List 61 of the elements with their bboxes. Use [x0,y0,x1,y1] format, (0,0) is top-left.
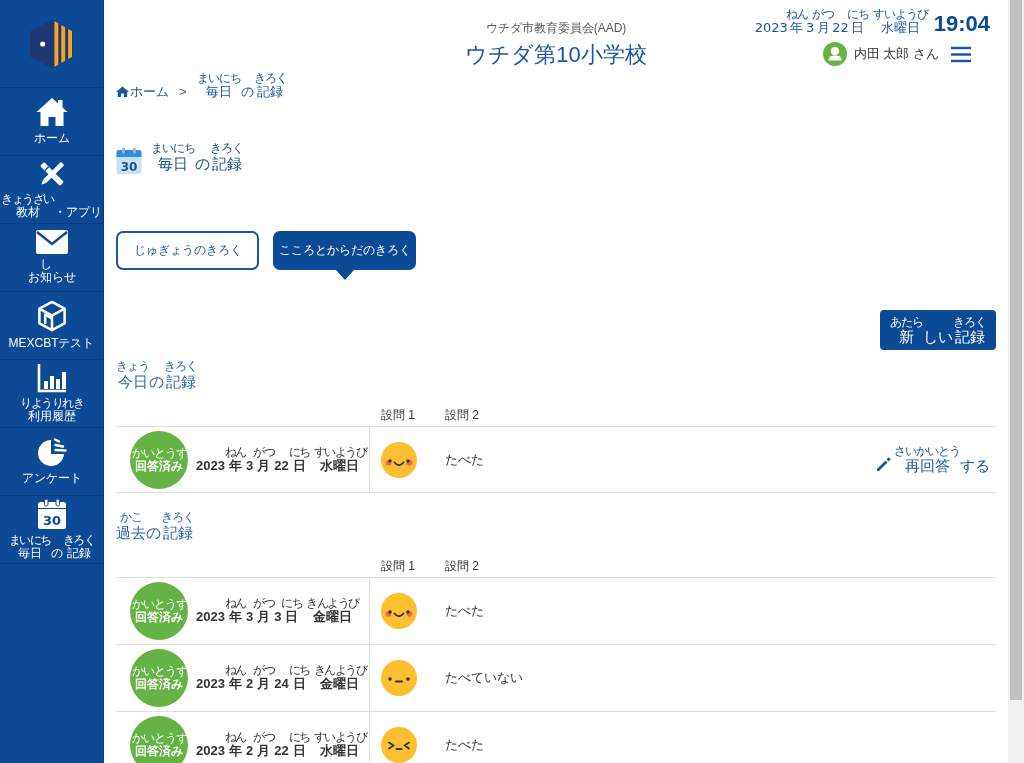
home-icon [116,86,129,97]
sidebar-item[interactable]: ホーム [0,88,103,156]
record-date: 2023 ねん 年 3 がつ 月 22 にち 日 [196,445,310,474]
neutral-face-icon [381,660,417,696]
sidebar-item[interactable]: アンケート [0,428,103,496]
user-avatar-icon [822,42,847,66]
record-weekday: きんようび 金曜日 [313,664,367,692]
pie-chart-icon [36,437,67,467]
squinting-face-icon [381,726,417,763]
answer-text: たべた [445,735,484,754]
school-name: ウチダ第10小学校 [465,41,647,69]
answer-text: たべた [445,450,484,469]
status-badge: かいとうず 回答済み [130,649,188,707]
section-title: きょう 今日の きろく 記録 [116,360,198,392]
current-time: 19:04 [933,12,990,36]
sidebar-item[interactable]: MEXCBTテスト [0,292,103,360]
column-header: 設問 2 [444,557,480,575]
record-weekday: すいようび 水曜日 [313,445,367,474]
record-date: 2023 ねん 年 2 がつ 月 22 にち 日 [196,730,310,759]
smiling-face-icon [381,593,417,629]
calendar-icon: 30 [116,147,142,174]
status-badge: かいとうず 回答済み [130,715,188,763]
breadcrumb-link[interactable]: ホーム [116,84,169,100]
status-badge: かいとうず 回答済み [130,582,188,640]
sidebar-item[interactable]: きょうざい 教材 ・アプリ [0,156,103,224]
current-weekday: すいようび 水曜日 [872,8,928,36]
organization-name: ウチダ市教育委員会(AAD) [485,20,627,36]
tab[interactable]: こころとからだのきろく [273,231,416,270]
current-date: 2023 ねん 年 3 がつ 月 22 にち 日 [754,8,869,36]
re-answer-link[interactable]: さいかいとう 再回答 する [876,444,990,475]
record-date: 2023 ねん 年 3 がつ 月 3 にち 日 [196,597,303,625]
cube-icon [36,300,67,332]
page-title: まいにち 毎日 の きろく 記録 [151,142,243,174]
scrollbar-thumb[interactable] [1010,0,1022,700]
sidebar-item[interactable]: お し 知 らせ [0,224,103,292]
home-icon [35,97,68,127]
smiling-face-icon [381,441,417,478]
column-header: 設問 2 [444,406,480,424]
breadcrumb-current: まいにち 毎日 の きろく 記録 [196,72,287,100]
record-weekday: すいようび 水曜日 [313,730,367,759]
tab[interactable]: じゅぎょうのきろく [116,231,259,270]
hexagon-logo [29,18,74,69]
menu-button[interactable] [951,45,971,63]
menu-icon [951,45,971,63]
bar-chart-icon [36,363,67,393]
status-badge: かいとうず 回答済み [130,430,188,489]
answer-text: たべていない [445,669,523,687]
column-header: 設問 1 [380,557,416,575]
envelope-icon [35,230,68,254]
new-record-button[interactable]: あたら 新 しい きろく 記録 [880,310,996,350]
record-date: 2023 ねん 年 2 がつ 月 24 にち 日 [196,664,310,692]
record-weekday: きんようび 金曜日 [306,597,359,625]
pencil-icon [876,455,891,472]
section-title: かこ 過去の きろく 記録 [116,511,195,543]
scrollbar[interactable] [1008,0,1024,763]
breadcrumb-separator: > [179,84,187,100]
column-header: 設問 1 [380,406,416,424]
user-name: 内田 太郎 さん [853,45,939,63]
sidebar-item[interactable]: りようりれき 利用履歴 [0,360,103,428]
answer-text: たべた [445,602,484,620]
sidebar-item[interactable]: 30 まいにち 毎日 の きろく 記録 [0,496,103,564]
